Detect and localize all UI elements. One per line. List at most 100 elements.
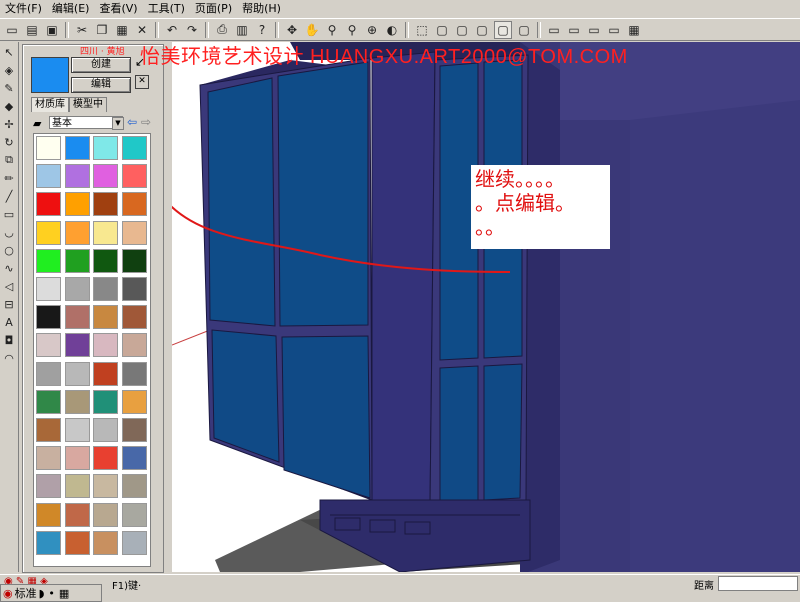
right-view-icon[interactable]: ▢ — [474, 22, 490, 38]
material-swatch[interactable] — [121, 474, 147, 499]
iso-view-icon[interactable]: ⬚ — [414, 22, 430, 38]
create-material-button[interactable]: 创建 — [71, 57, 131, 73]
scale-icon[interactable]: ⧉ — [1, 152, 17, 168]
material-swatch[interactable] — [64, 446, 90, 471]
material-swatch[interactable] — [64, 333, 90, 358]
material-swatch[interactable] — [121, 389, 147, 414]
material-swatch[interactable] — [64, 164, 90, 189]
pencil-icon[interactable]: ✏ — [1, 170, 17, 186]
tape-measure-icon[interactable]: ◘ — [1, 332, 17, 348]
distance-input[interactable] — [718, 576, 798, 591]
model-viewport[interactable] — [172, 42, 800, 572]
cut-icon[interactable]: ✂ — [74, 22, 90, 38]
new-file-icon[interactable]: ▭ — [4, 22, 20, 38]
material-swatch[interactable] — [36, 418, 61, 442]
zoom-window-icon[interactable]: ⚲ — [344, 22, 360, 38]
close-icon[interactable]: ✕ — [135, 75, 149, 89]
paint-bucket-icon[interactable]: ◈ — [1, 62, 17, 78]
freehand-icon[interactable]: ∿ — [1, 260, 17, 276]
material-swatch[interactable] — [36, 277, 61, 301]
material-swatch[interactable] — [64, 305, 90, 330]
context-help-icon[interactable]: ? — [254, 22, 270, 38]
material-swatch[interactable] — [121, 418, 147, 442]
material-swatch[interactable] — [36, 389, 61, 414]
material-swatch[interactable] — [93, 502, 118, 527]
move-icon[interactable]: ✢ — [1, 116, 17, 132]
open-file-icon[interactable]: ▤ — [24, 22, 40, 38]
keyboard-icon[interactable]: ▦ — [57, 587, 71, 600]
forward-arrow-icon[interactable]: ⇨ — [141, 115, 151, 129]
push-pull-icon[interactable]: ◁ — [1, 278, 17, 294]
material-swatch[interactable] — [36, 192, 61, 217]
material-swatch[interactable] — [64, 530, 90, 555]
material-swatch[interactable] — [64, 418, 90, 442]
material-swatch[interactable] — [36, 530, 61, 555]
material-swatch[interactable] — [121, 333, 147, 358]
ime-mode[interactable]: 标准 — [15, 585, 37, 601]
material-swatch[interactable] — [93, 192, 118, 217]
material-swatch[interactable] — [93, 277, 118, 301]
material-swatch[interactable] — [93, 248, 118, 273]
offset-icon[interactable]: ⊟ — [1, 296, 17, 312]
material-swatch[interactable] — [36, 446, 61, 471]
material-swatch[interactable] — [64, 361, 90, 386]
arc-icon[interactable]: ◡ — [1, 224, 17, 240]
material-swatch[interactable] — [121, 446, 147, 471]
material-swatch[interactable] — [64, 474, 90, 499]
moon-icon[interactable]: ◗ — [37, 587, 47, 600]
material-swatch[interactable] — [36, 164, 61, 189]
material-swatch[interactable] — [121, 305, 147, 330]
tab-in-model[interactable]: 模型中 — [69, 97, 107, 112]
material-swatch[interactable] — [121, 277, 147, 301]
rotate-icon[interactable]: ↻ — [1, 134, 17, 150]
redo-icon[interactable]: ↷ — [184, 22, 200, 38]
protractor-icon[interactable]: ◠ — [1, 350, 17, 366]
material-swatch[interactable] — [36, 474, 61, 499]
back-arrow-icon[interactable]: ⇦ — [127, 115, 137, 129]
hidden-line-icon[interactable]: ▭ — [586, 22, 602, 38]
menu-edit[interactable]: 编辑(E) — [47, 0, 95, 18]
chevron-down-icon[interactable]: ▼ — [112, 117, 124, 130]
material-swatch[interactable] — [121, 192, 147, 217]
menu-tools[interactable]: 工具(T) — [143, 0, 190, 18]
material-swatch[interactable] — [36, 305, 61, 330]
zoom-icon[interactable]: ⚲ — [324, 22, 340, 38]
print-icon[interactable]: ⎙ — [214, 22, 230, 38]
previous-view-icon[interactable]: ◐ — [384, 22, 400, 38]
material-swatch[interactable] — [121, 248, 147, 273]
material-swatch[interactable] — [64, 136, 90, 160]
orbit-icon[interactable]: ✥ — [284, 22, 300, 38]
menu-page[interactable]: 页面(P) — [190, 0, 237, 18]
wireframe-icon[interactable]: ▭ — [566, 22, 582, 38]
material-swatch[interactable] — [36, 248, 61, 273]
material-swatch[interactable] — [93, 220, 118, 245]
material-swatch[interactable] — [93, 305, 118, 330]
material-swatch[interactable] — [36, 502, 61, 527]
rectangle-icon[interactable]: ▭ — [1, 206, 17, 222]
shaded-texture-icon[interactable]: ▦ — [626, 22, 642, 38]
menu-help[interactable]: 帮助(H) — [237, 0, 286, 18]
zoom-extents-icon[interactable]: ⊕ — [364, 22, 380, 38]
punctuation-icon[interactable]: • — [46, 587, 57, 600]
preferences-icon[interactable]: ▥ — [234, 22, 250, 38]
material-swatch[interactable] — [93, 530, 118, 555]
menu-view[interactable]: 查看(V) — [94, 0, 142, 18]
eraser-icon[interactable]: ◆ — [1, 98, 17, 114]
material-swatch[interactable] — [36, 333, 61, 358]
material-swatch[interactable] — [121, 136, 147, 160]
paste-icon[interactable]: ▦ — [114, 22, 130, 38]
material-swatch[interactable] — [93, 164, 118, 189]
material-swatch[interactable] — [93, 389, 118, 414]
top-view-icon[interactable]: ▢ — [434, 22, 450, 38]
material-swatch[interactable] — [121, 164, 147, 189]
select-icon[interactable]: ↖ — [1, 44, 17, 60]
material-swatch[interactable] — [64, 277, 90, 301]
xray-icon[interactable]: ▭ — [546, 22, 562, 38]
pan-icon[interactable]: ✋ — [304, 22, 320, 38]
material-swatch[interactable] — [121, 220, 147, 245]
material-swatch[interactable] — [36, 220, 61, 245]
eyedropper-icon[interactable]: ✎ — [1, 80, 17, 96]
delete-icon[interactable]: ✕ — [134, 22, 150, 38]
tab-material-library[interactable]: 材质库 — [31, 97, 69, 112]
circle-icon[interactable]: ○ — [1, 242, 17, 258]
